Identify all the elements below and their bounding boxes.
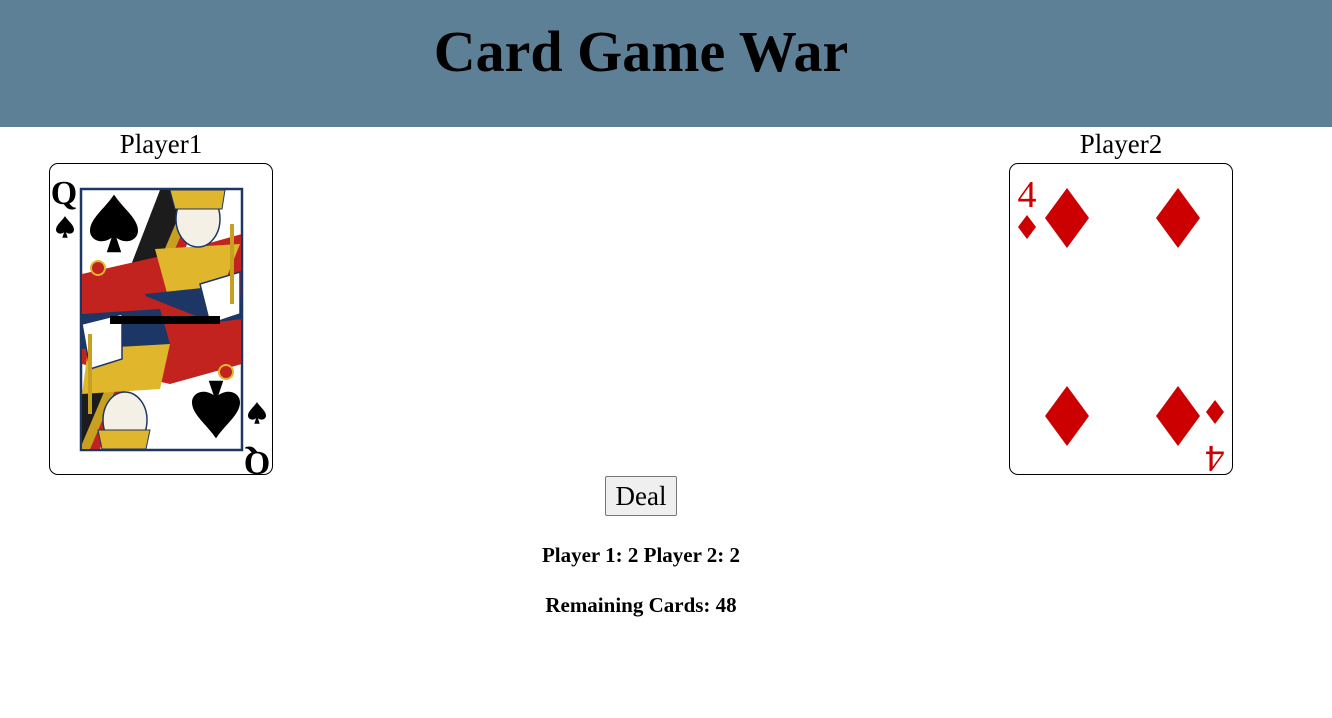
diamond-icon <box>1018 215 1036 239</box>
player1-label: Player1 <box>119 129 203 159</box>
spade-icon <box>56 216 74 238</box>
spade-icon <box>248 402 266 424</box>
diamond-icon <box>1045 188 1089 248</box>
header-bar: Card Game War <box>0 0 1332 127</box>
player1-card: Q Q <box>49 163 273 475</box>
diamond-icon <box>1156 386 1200 446</box>
score-display: Player 1: 2 Player 2: 2 <box>541 543 741 567</box>
player2-card: 4 4 <box>1009 163 1233 475</box>
deal-button[interactable]: Deal <box>605 476 677 516</box>
diamond-icon <box>1045 386 1089 446</box>
remaining-cards-display: Remaining Cards: 48 <box>545 593 737 617</box>
diamond-icon <box>1206 400 1224 424</box>
card-rank-bottom: Q <box>244 444 270 474</box>
page-title: Card Game War <box>433 19 849 84</box>
queen-of-spades-face: Q Q <box>51 175 270 474</box>
card-rank-bottom: 4 <box>1206 437 1225 474</box>
four-of-diamonds-face: 4 4 <box>1018 174 1225 474</box>
card-rank-top: Q <box>51 175 77 212</box>
diamond-icon <box>1156 188 1200 248</box>
player2-label: Player2 <box>1079 129 1163 159</box>
card-rank-top: 4 <box>1018 174 1037 216</box>
